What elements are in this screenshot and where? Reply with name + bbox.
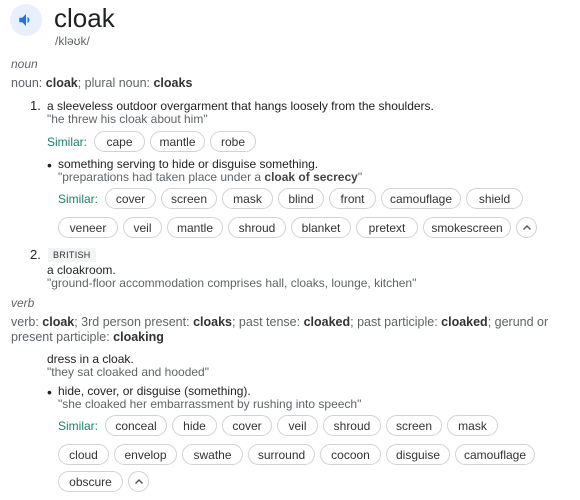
bullet: • <box>47 384 52 400</box>
synonym-chip[interactable]: cloud <box>58 444 109 465</box>
verb-inflection-cont: present participle: cloaking <box>11 330 164 344</box>
synonym-chip[interactable]: smokescreen <box>423 217 511 238</box>
example: "they sat cloaked and hooded" <box>47 365 209 379</box>
similar-label: Similar: <box>58 192 99 206</box>
synonym-chip[interactable]: robe <box>210 131 256 152</box>
synonym-chip[interactable]: disguise <box>386 444 450 465</box>
bullet: • <box>47 157 52 173</box>
synonym-chip[interactable]: shroud <box>323 415 381 436</box>
chevron-up-icon <box>522 224 531 230</box>
verb-inflection: verb: cloak; 3rd person present: cloaks;… <box>11 315 549 329</box>
sub-definition: something serving to hide or disguise so… <box>58 157 319 171</box>
sense-number: 1. <box>30 98 41 113</box>
synonym-chip[interactable]: veil <box>123 217 162 238</box>
speaker-icon <box>19 14 30 26</box>
synonym-chip[interactable]: shield <box>466 188 523 209</box>
phonetic: /kləʊk/ <box>55 34 90 48</box>
synonym-chip[interactable]: cover <box>222 415 272 436</box>
synonym-chip[interactable]: hide <box>172 415 217 436</box>
definition: a sleeveless outdoor overgarment that ha… <box>47 99 434 113</box>
chevron-up-icon <box>134 478 143 484</box>
headword: cloak <box>54 3 115 33</box>
example: "ground-floor accommodation comprises ha… <box>47 276 417 290</box>
part-of-speech-noun: noun <box>11 57 38 71</box>
definition: dress in a cloak. <box>47 352 134 366</box>
synonym-chip[interactable]: swathe <box>182 444 243 465</box>
similar-label: Similar: <box>47 135 88 149</box>
synonym-chip[interactable]: screen <box>386 415 442 436</box>
collapse-synonyms-button[interactable] <box>516 217 537 238</box>
synonym-chip[interactable]: front <box>329 188 376 209</box>
synonym-chip[interactable]: envelop <box>114 444 177 465</box>
synonym-chip[interactable]: conceal <box>105 415 167 436</box>
synonym-chip[interactable]: shroud <box>228 217 286 238</box>
synonym-chip[interactable]: obscure <box>58 471 123 492</box>
synonym-chip[interactable]: cover <box>105 188 156 209</box>
synonym-chip[interactable]: cape <box>94 131 145 152</box>
synonym-chip[interactable]: veil <box>277 415 318 436</box>
part-of-speech-verb: verb <box>11 296 35 310</box>
synonym-chip[interactable]: blind <box>278 188 324 209</box>
synonym-chip[interactable]: camouflage <box>455 444 535 465</box>
synonym-chip[interactable]: mantle <box>167 217 223 238</box>
synonym-chip[interactable]: surround <box>248 444 315 465</box>
similar-label: Similar: <box>58 419 99 433</box>
example: "he threw his cloak about him" <box>47 112 208 126</box>
sub-definition: hide, cover, or disguise (something). <box>58 384 251 398</box>
synonym-chip[interactable]: veneer <box>58 217 118 238</box>
sense-number: 2. <box>30 247 41 262</box>
region-badge: BRITISH <box>48 248 96 262</box>
synonym-chip[interactable]: mask <box>447 415 498 436</box>
synonym-chip[interactable]: blanket <box>291 217 351 238</box>
synonym-chip[interactable]: cocoon <box>320 444 381 465</box>
synonym-chip[interactable]: camouflage <box>381 188 461 209</box>
pronunciation-button[interactable] <box>10 4 42 36</box>
synonym-chip[interactable]: mask <box>222 188 273 209</box>
sub-example: "preparations had taken place under a cl… <box>58 170 363 184</box>
synonym-chip[interactable]: pretext <box>356 217 418 238</box>
definition: a cloakroom. <box>47 263 116 277</box>
collapse-synonyms-button[interactable] <box>128 471 149 492</box>
noun-inflection: noun: cloak; plural noun: cloaks <box>11 76 193 90</box>
synonym-chip[interactable]: screen <box>161 188 217 209</box>
sub-example: "she cloaked her embarrassment by rushin… <box>58 397 362 411</box>
synonym-chip[interactable]: mantle <box>150 131 205 152</box>
